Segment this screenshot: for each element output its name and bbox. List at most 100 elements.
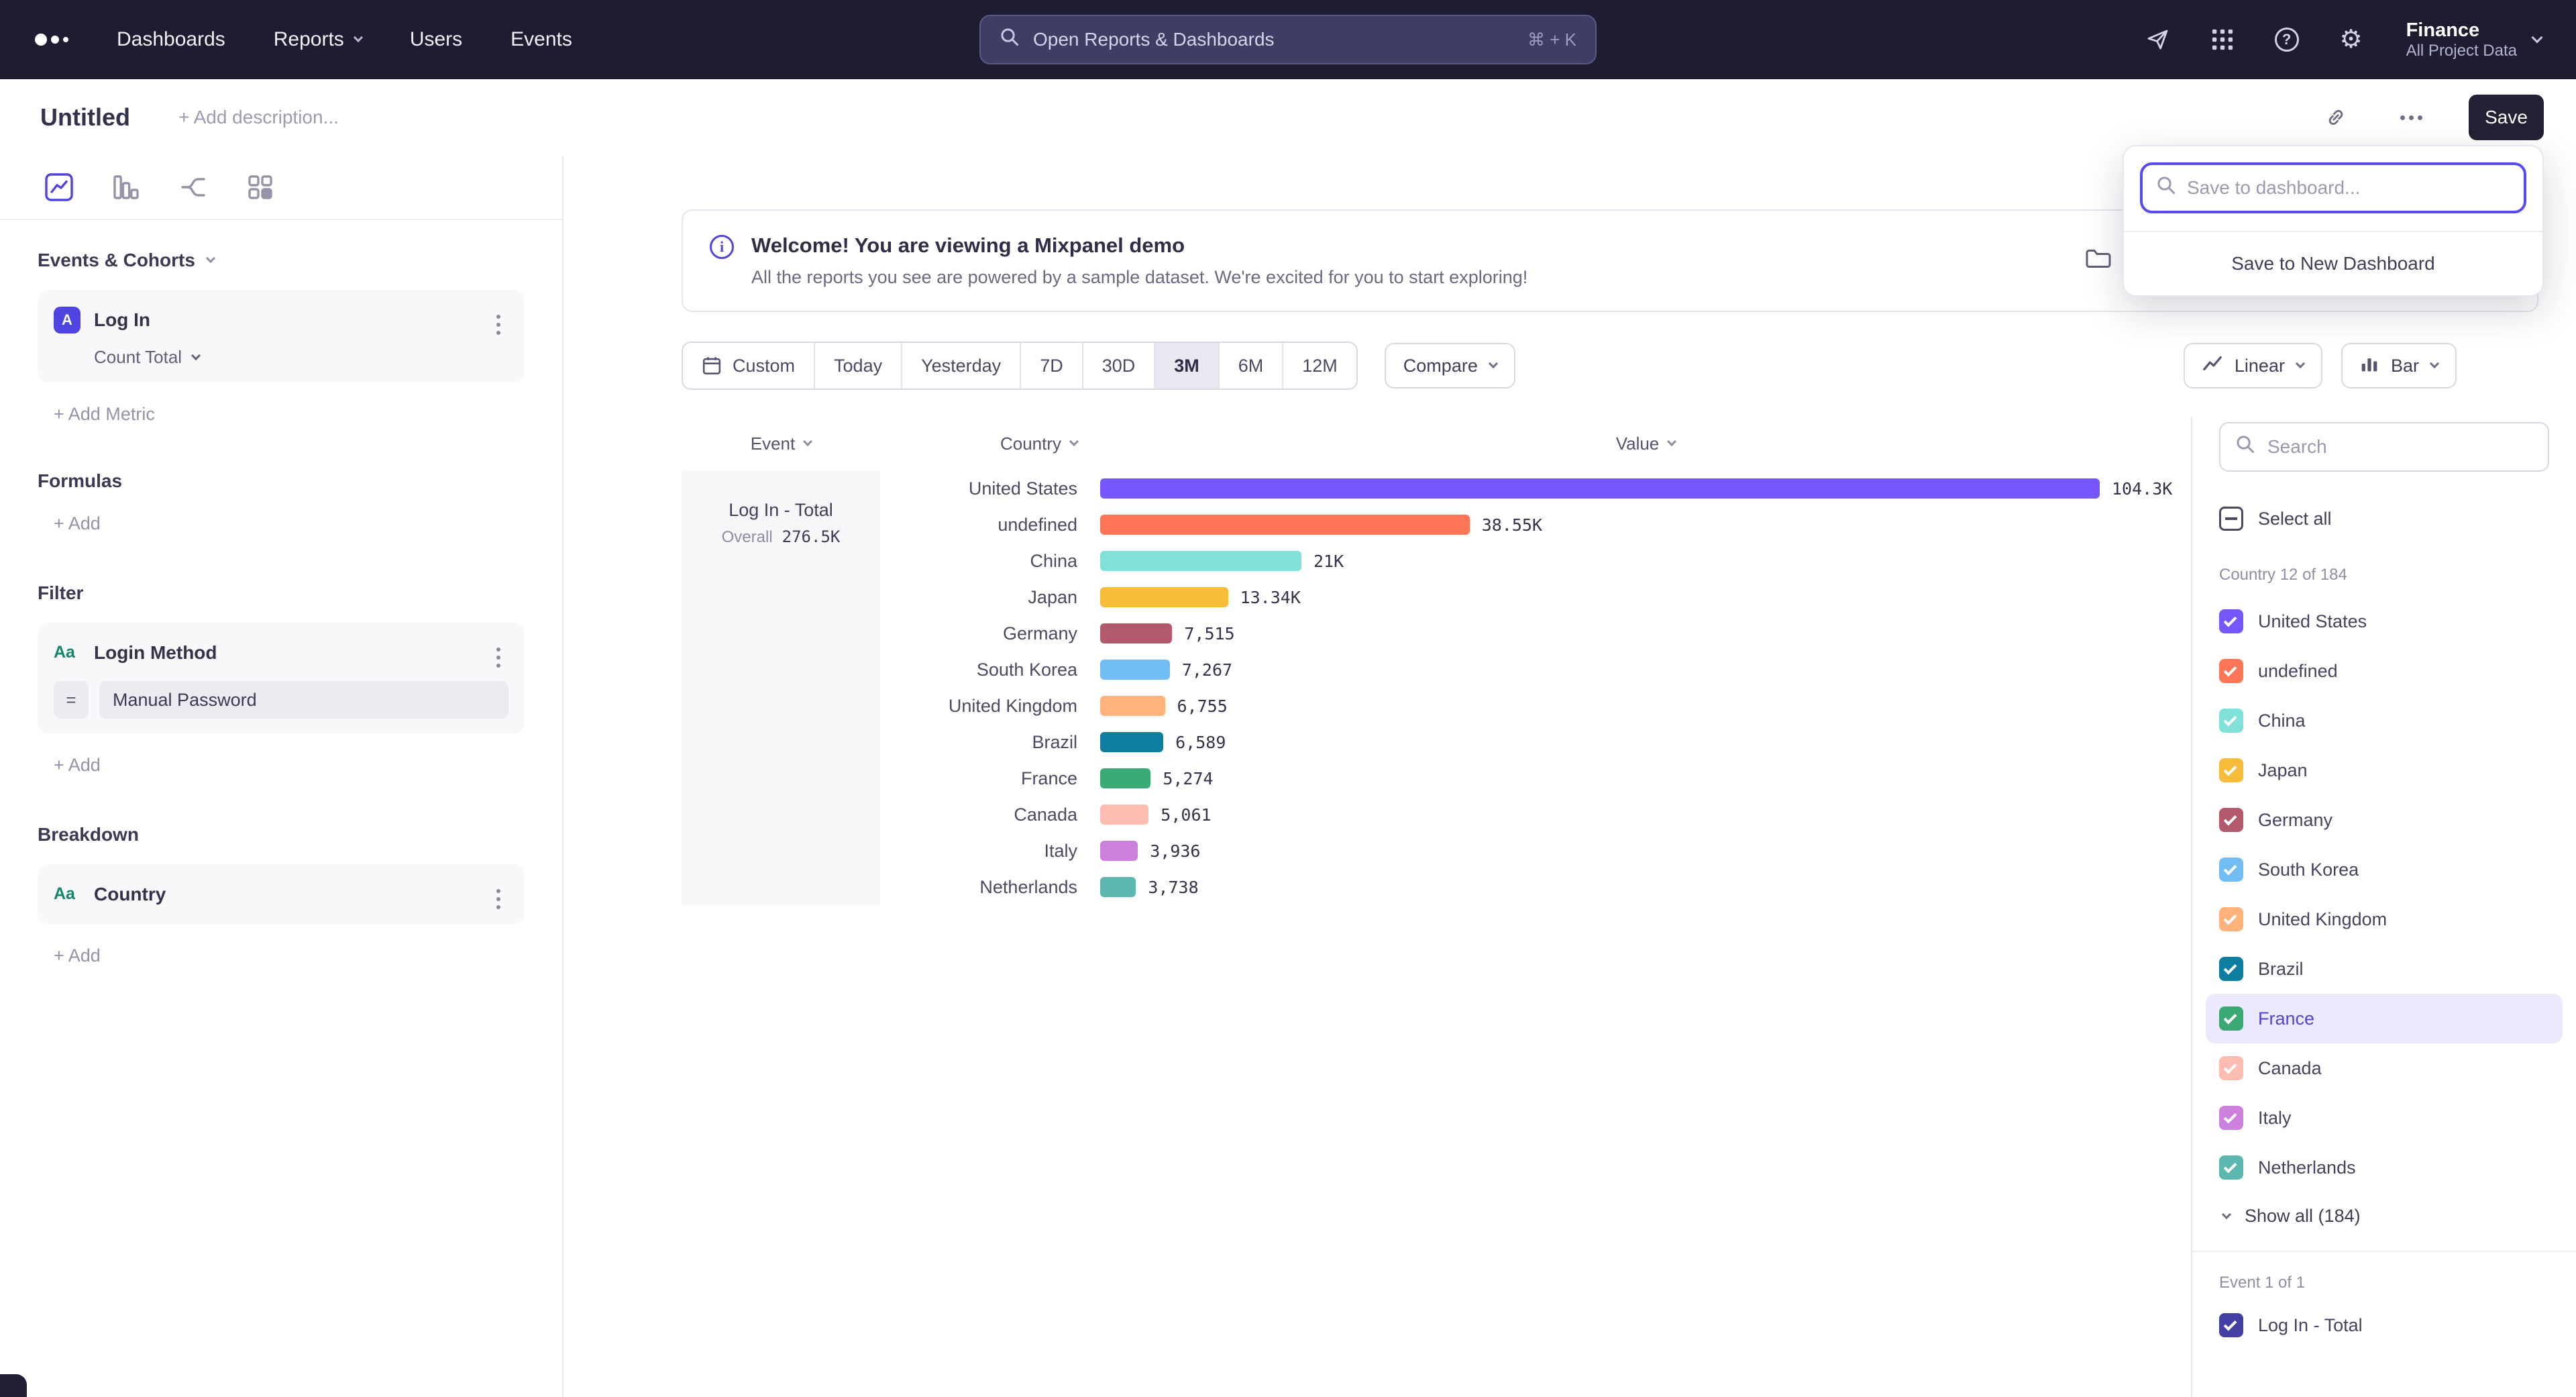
nav-item-reports[interactable]: Reports	[274, 28, 362, 51]
info-icon: i	[710, 235, 734, 259]
filter-property-name[interactable]: Login Method	[94, 642, 217, 664]
date-range-6m[interactable]: 6M	[1220, 343, 1284, 389]
save-dashboard-input[interactable]	[2187, 177, 2510, 199]
bar-netherlands[interactable]	[1100, 877, 1136, 897]
send-icon[interactable]	[2143, 25, 2173, 54]
event-checkbox[interactable]	[2219, 1313, 2243, 1337]
tab-retention-icon[interactable]	[244, 171, 276, 203]
bar-italy[interactable]	[1100, 841, 1138, 861]
help-icon[interactable]: ?	[2272, 25, 2302, 54]
legend-checkbox[interactable]	[2219, 609, 2243, 633]
share-link-icon[interactable]	[2318, 100, 2353, 135]
legend-checkbox[interactable]	[2219, 758, 2243, 782]
legend-checkbox[interactable]	[2219, 659, 2243, 683]
global-search-button[interactable]: Open Reports & Dashboards ⌘ + K	[979, 15, 1597, 64]
legend-item-china[interactable]: China	[2206, 696, 2563, 745]
bar-united-states[interactable]	[1100, 478, 2100, 499]
legend-item-united-kingdom[interactable]: United Kingdom	[2206, 894, 2563, 944]
legend-checkbox[interactable]	[2219, 808, 2243, 832]
metric-event-name[interactable]: Log In	[94, 309, 150, 331]
select-all-checkbox[interactable]	[2219, 507, 2243, 531]
add-description-placeholder[interactable]: + Add description...	[178, 107, 339, 128]
save-dashboard-search[interactable]	[2140, 162, 2526, 213]
legend-search-input[interactable]	[2267, 436, 2533, 458]
date-range-7d[interactable]: 7D	[1021, 343, 1083, 389]
filter-kebab-icon[interactable]	[488, 637, 508, 668]
metric-card[interactable]: A Log In Count Total	[38, 290, 525, 382]
add-filter-button[interactable]: + Add	[54, 755, 525, 776]
event-series-label[interactable]: Log In - Total	[729, 500, 833, 521]
nav-item-dashboards[interactable]: Dashboards	[117, 28, 225, 51]
events-section-title[interactable]: Events & Cohorts	[38, 250, 525, 271]
legend-item-brazil[interactable]: Brazil	[2206, 944, 2563, 994]
column-header-country[interactable]: Country	[880, 433, 1100, 454]
legend-search[interactable]	[2219, 422, 2549, 472]
bar-brazil[interactable]	[1100, 732, 1163, 752]
legend-checkbox[interactable]	[2219, 709, 2243, 733]
legend-item-undefined[interactable]: undefined	[2206, 646, 2563, 696]
more-options-icon[interactable]	[2394, 100, 2428, 135]
legend-checkbox[interactable]	[2219, 1006, 2243, 1031]
metric-kebab-icon[interactable]	[488, 305, 508, 335]
legend-item-france[interactable]: France	[2206, 994, 2563, 1043]
filter-operator[interactable]: =	[54, 681, 89, 719]
settings-gear-icon[interactable]: ⚙	[2337, 25, 2366, 54]
breakdown-kebab-icon[interactable]	[488, 879, 508, 909]
apps-grid-icon[interactable]	[2208, 25, 2237, 54]
legend-item-canada[interactable]: Canada	[2206, 1043, 2563, 1093]
add-metric-button[interactable]: + Add Metric	[54, 404, 525, 425]
nav-item-events[interactable]: Events	[511, 28, 572, 51]
aggregation-selector[interactable]: Count Total	[94, 347, 508, 368]
add-breakdown-button[interactable]: + Add	[54, 945, 525, 966]
bar-canada[interactable]	[1100, 805, 1148, 825]
mixpanel-logo-icon[interactable]	[35, 34, 68, 46]
bar-france[interactable]	[1100, 768, 1150, 788]
legend-item-germany[interactable]: Germany	[2206, 795, 2563, 845]
legend-checkbox[interactable]	[2219, 1106, 2243, 1130]
date-range-12m[interactable]: 12M	[1283, 343, 1356, 389]
bar-undefined[interactable]	[1100, 515, 1470, 535]
compare-button[interactable]: Compare	[1385, 343, 1515, 389]
date-range-30d[interactable]: 30D	[1083, 343, 1156, 389]
legend-checkbox[interactable]	[2219, 1056, 2243, 1080]
project-switcher[interactable]: Finance All Project Data	[2406, 19, 2541, 60]
select-all-row[interactable]: Select all	[2219, 507, 2549, 531]
add-formula-button[interactable]: + Add	[54, 513, 525, 534]
date-range-custom[interactable]: Custom	[683, 343, 815, 389]
show-all-button[interactable]: Show all (184)	[2219, 1206, 2549, 1227]
breakdown-property-name[interactable]: Country	[94, 884, 166, 905]
legend-checkbox[interactable]	[2219, 858, 2243, 882]
date-range-today[interactable]: Today	[815, 343, 902, 389]
legend-item-united-states[interactable]: United States	[2206, 597, 2563, 646]
line-type-selector[interactable]: Linear	[2184, 343, 2322, 389]
bar-south-korea[interactable]	[1100, 660, 1170, 680]
legend-item-south-korea[interactable]: South Korea	[2206, 845, 2563, 894]
legend-checkbox[interactable]	[2219, 1155, 2243, 1180]
chart-type-selector[interactable]: Bar	[2341, 343, 2457, 389]
tab-insights-icon[interactable]	[43, 171, 75, 203]
report-title[interactable]: Untitled	[40, 103, 130, 132]
breakdown-card[interactable]: Aa Country	[38, 864, 525, 924]
filter-card[interactable]: Aa Login Method = Manual Password	[38, 623, 525, 733]
bar-united-kingdom[interactable]	[1100, 696, 1165, 716]
bar-germany[interactable]	[1100, 623, 1172, 643]
nav-item-users[interactable]: Users	[410, 28, 462, 51]
tab-funnels-icon[interactable]	[110, 171, 142, 203]
legend-item-japan[interactable]: Japan	[2206, 745, 2563, 795]
legend-item-netherlands[interactable]: Netherlands	[2206, 1143, 2563, 1192]
chat-widget-partial[interactable]	[0, 1374, 27, 1397]
legend-item-italy[interactable]: Italy	[2206, 1093, 2563, 1143]
column-header-value[interactable]: Value	[1100, 433, 2191, 454]
save-button[interactable]: Save	[2469, 95, 2544, 140]
save-to-new-dashboard-option[interactable]: Save to New Dashboard	[2124, 231, 2542, 295]
bar-china[interactable]	[1100, 551, 1301, 571]
legend-checkbox[interactable]	[2219, 957, 2243, 981]
date-range-3m[interactable]: 3M	[1155, 343, 1220, 389]
column-header-event[interactable]: Event	[682, 433, 880, 454]
legend-checkbox[interactable]	[2219, 907, 2243, 931]
filter-value[interactable]: Manual Password	[99, 681, 508, 719]
date-range-yesterday[interactable]: Yesterday	[902, 343, 1021, 389]
legend-event-item[interactable]: Log In - Total	[2219, 1300, 2549, 1350]
tab-flows-icon[interactable]	[177, 171, 209, 203]
bar-japan[interactable]	[1100, 587, 1228, 607]
